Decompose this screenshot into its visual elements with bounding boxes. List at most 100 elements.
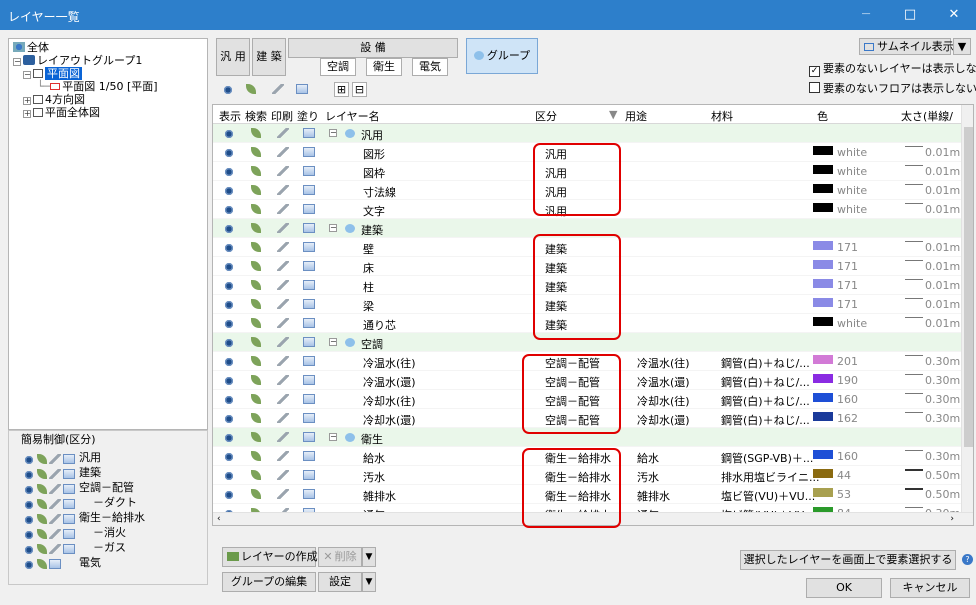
paint-icon[interactable] [303,337,315,347]
leaf-icon[interactable] [251,318,261,328]
hvac-button[interactable]: 空調 [320,58,356,76]
leaf-icon[interactable] [251,280,261,290]
header-print[interactable]: 印刷 [271,108,293,124]
paint-icon[interactable] [63,469,75,479]
paint-icon[interactable] [63,484,75,494]
simple-control-row[interactable]: 電気 [23,556,101,572]
brush-icon[interactable] [277,489,289,499]
tree-plan-child[interactable]: └─ 平面図 1/50 [平面] [37,80,158,93]
collapse-icon[interactable]: − [329,338,337,346]
paint-icon[interactable] [303,413,315,423]
leaf-icon[interactable] [251,261,261,271]
opt-hide-empty-floor[interactable]: 要素のないフロアは表示しない [809,80,976,96]
eye-icon[interactable] [223,432,235,442]
paint-icon[interactable] [303,185,315,195]
brush-icon[interactable] [277,337,289,347]
simple-control-row[interactable]: －ガス [23,541,126,557]
color-swatch[interactable] [813,393,833,402]
brush-icon[interactable] [277,413,289,423]
color-swatch[interactable] [813,260,833,269]
brush-icon[interactable] [277,375,289,385]
delete-button[interactable]: ✕ 削除 [318,547,362,567]
eye-icon[interactable] [223,413,235,423]
cancel-button[interactable]: キャンセル [890,578,970,598]
simple-control-row[interactable]: 衛生－給排水 [23,511,145,527]
color-swatch[interactable] [813,203,833,212]
header-kubun[interactable]: 区分 [535,108,557,124]
minimize-button[interactable]: ─ [844,0,888,30]
eye-icon[interactable] [223,280,235,290]
paint-icon[interactable] [63,529,75,539]
brush-icon[interactable] [277,432,289,442]
leaf-icon[interactable] [37,454,47,464]
general-button[interactable]: 汎 用 [216,38,250,76]
color-swatch[interactable] [813,317,833,326]
help-icon[interactable]: ? [962,554,973,565]
leaf-icon[interactable] [251,413,261,423]
scroll-right-icon[interactable]: › [950,514,954,524]
paint-icon[interactable] [63,544,75,554]
simple-control-row[interactable]: 建築 [23,466,101,482]
leaf-icon[interactable] [251,394,261,404]
toggle-icons[interactable] [23,558,79,572]
eye-icon[interactable] [23,559,35,569]
sanitary-button[interactable]: 衛生 [366,58,402,76]
eye-icon[interactable] [223,223,235,233]
tree-root[interactable]: 全体 [13,41,49,54]
simple-control-row[interactable]: 汎用 [23,451,101,467]
eye-icon[interactable] [223,128,235,138]
header-width[interactable]: 太さ(単線/ [901,108,953,124]
leaf-icon[interactable] [251,166,261,176]
paint-icon[interactable] [303,147,315,157]
scroll-thumb[interactable] [964,127,973,447]
thumbnail-dropdown-icon[interactable]: ▼ [953,38,971,55]
paint-icon[interactable] [303,204,315,214]
paint-icon[interactable] [303,432,315,442]
brush-icon[interactable] [277,185,289,195]
paint-icon[interactable] [303,280,315,290]
group-button[interactable]: グループ [466,38,538,74]
fill-all-icon[interactable] [296,84,308,94]
eye-icon[interactable] [223,204,235,214]
leaf-icon[interactable] [37,499,47,509]
paint-icon[interactable] [303,394,315,404]
simple-control-row[interactable]: －消火 [23,526,126,542]
leaf-icon[interactable] [251,128,261,138]
brush-icon[interactable] [49,469,61,479]
eye-icon[interactable] [223,489,235,499]
search-all-icon[interactable] [246,84,256,94]
delete-dropdown-icon[interactable]: ▼ [362,547,376,567]
expand-all-icon[interactable]: ⊞ [334,82,349,97]
collapse-icon[interactable]: − [329,129,337,137]
brush-icon[interactable] [277,204,289,214]
leaf-icon[interactable] [251,204,261,214]
paint-icon[interactable] [303,356,315,366]
eye-icon[interactable] [223,337,235,347]
scroll-left-icon[interactable]: ‹ [217,514,221,524]
brush-icon[interactable] [277,242,289,252]
color-swatch[interactable] [813,469,833,478]
paint-icon[interactable] [303,470,315,480]
close-button[interactable]: ✕ [932,0,976,30]
simple-control-row[interactable]: 空調－配管 [23,481,134,497]
eye-icon[interactable] [223,147,235,157]
select-elements-button[interactable]: 選択したレイヤーを画面上で要素選択する [740,550,956,570]
eye-icon[interactable] [223,451,235,461]
settings-dropdown-icon[interactable]: ▼ [362,572,376,592]
leaf-icon[interactable] [251,470,261,480]
paint-icon[interactable] [303,318,315,328]
eye-icon[interactable] [223,375,235,385]
paint-icon[interactable] [303,242,315,252]
leaf-icon[interactable] [251,356,261,366]
collapse-icon[interactable]: − [329,433,337,441]
leaf-icon[interactable] [37,484,47,494]
brush-icon[interactable] [49,529,61,539]
brush-icon[interactable] [277,451,289,461]
opt-hide-empty-layer[interactable]: ✓ 要素のないレイヤーは表示しない [809,60,976,77]
maximize-button[interactable]: □ [888,0,932,30]
leaf-icon[interactable] [251,299,261,309]
paint-icon[interactable] [49,559,61,569]
brush-icon[interactable] [277,261,289,271]
arch-button[interactable]: 建 築 [252,38,286,76]
header-material[interactable]: 材料 [711,108,733,124]
